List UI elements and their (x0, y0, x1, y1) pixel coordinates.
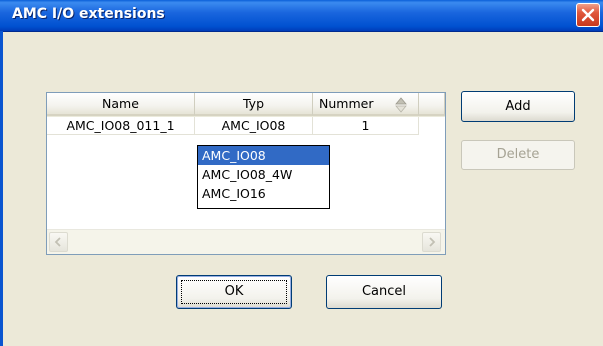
column-header-name[interactable]: Name (47, 93, 195, 116)
ok-button-label: OK (224, 284, 244, 299)
dropdown-option-amc-io16[interactable]: AMC_IO16 (198, 184, 329, 203)
extensions-list[interactable]: Name Typ Nummer AMC_IO08_011_1 AMC_IO08 … (46, 92, 446, 255)
arrow-left-icon (54, 237, 61, 247)
dropdown-option-amc-io08[interactable]: AMC_IO08 (198, 146, 329, 165)
scroll-right-button[interactable] (422, 232, 441, 252)
horizontal-scrollbar[interactable] (47, 229, 445, 254)
window-frame-left (0, 31, 3, 346)
add-button[interactable]: Add (461, 91, 575, 122)
column-header-typ[interactable]: Typ (195, 93, 313, 116)
cell-name: AMC_IO08_011_1 (47, 117, 195, 135)
close-icon (581, 8, 595, 22)
ok-button[interactable]: OK (176, 275, 292, 309)
cell-typ[interactable]: AMC_IO08 (195, 117, 313, 135)
delete-button[interactable]: Delete (461, 140, 575, 170)
cell-nummer: 1 (313, 117, 419, 135)
column-header-nummer[interactable]: Nummer (313, 93, 419, 116)
title-bar: AMC I/O extensions (0, 0, 603, 32)
scroll-left-button[interactable] (49, 232, 68, 252)
column-header-nummer-label: Nummer (319, 96, 374, 111)
arrow-right-icon (429, 237, 436, 247)
sort-updown-icon (395, 97, 407, 113)
list-header: Name Typ Nummer (47, 93, 445, 117)
dialog-window: AMC I/O extensions Name Typ Nummer AMC_I… (0, 0, 603, 346)
window-title: AMC I/O extensions (12, 6, 165, 22)
cancel-button[interactable]: Cancel (326, 275, 442, 309)
close-button[interactable] (576, 3, 600, 27)
column-header-filler (419, 93, 445, 116)
type-dropdown-list[interactable]: AMC_IO08 AMC_IO08_4W AMC_IO16 (197, 145, 330, 209)
dropdown-option-amc-io08-4w[interactable]: AMC_IO08_4W (198, 165, 329, 184)
